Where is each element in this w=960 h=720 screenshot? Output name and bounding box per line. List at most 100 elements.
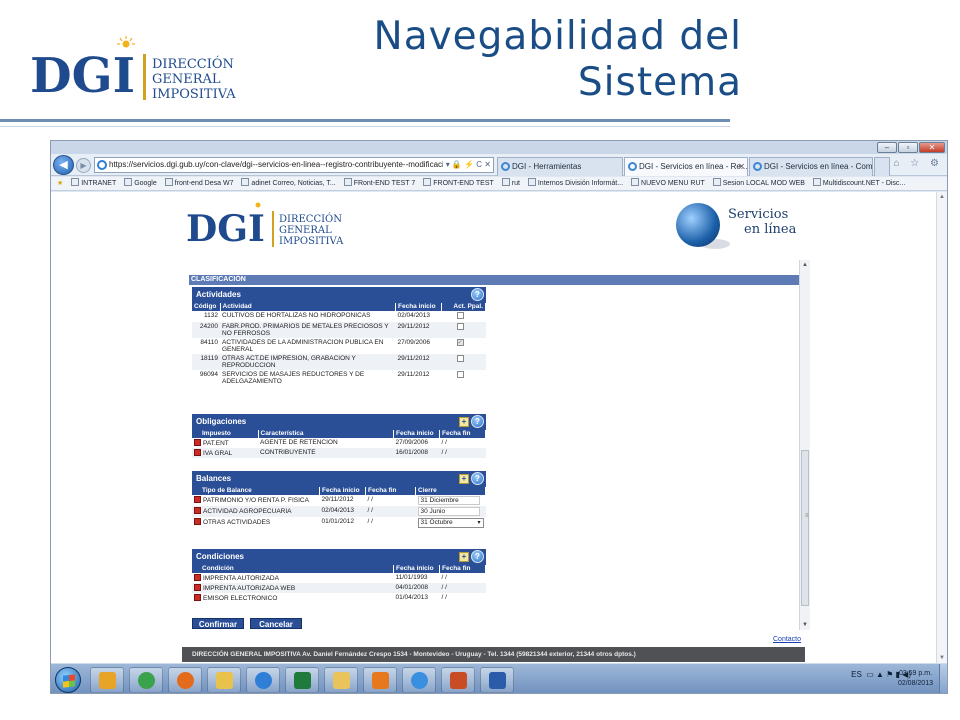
principal-checkbox[interactable]: ✓	[456, 339, 464, 346]
scroll-up-icon[interactable]: ▲	[802, 262, 808, 268]
taskbar-app-chrome[interactable]	[129, 667, 163, 693]
pdf-icon[interactable]	[194, 574, 201, 581]
pdf-icon[interactable]	[194, 507, 201, 514]
clasificacion-header: CLASIFICACIÓN	[189, 275, 799, 285]
minimize-button[interactable]: –	[877, 142, 897, 153]
taskbar-app-fireworks[interactable]	[363, 667, 397, 693]
new-tab-button[interactable]	[874, 157, 890, 176]
tab-servicios-registro[interactable]: DGI - Servicios en línea - Re... ✕	[624, 157, 748, 176]
section-header: Condiciones + ?	[192, 549, 486, 565]
close-button[interactable]: ✕	[919, 142, 945, 153]
page-viewport: DGI DIRECCIÓN GENERAL IMPOSITIVA Servici…	[51, 192, 938, 663]
favorite-link[interactable]: front-end Desa W7	[164, 177, 233, 190]
start-button[interactable]	[55, 667, 81, 693]
column-header: Característica	[258, 430, 394, 438]
ie-alt-icon	[411, 672, 428, 689]
tab-servicios-com[interactable]: DGI - Servicios en línea - Com...	[749, 157, 873, 176]
confirm-button[interactable]: Confirmar	[192, 618, 244, 629]
scroll-down-icon[interactable]: ▼	[802, 622, 808, 628]
scroll-thumb[interactable]: ≡	[801, 450, 809, 606]
favorite-link[interactable]: rut	[501, 177, 520, 190]
back-button[interactable]: ◀	[53, 155, 74, 175]
favorite-link[interactable]: Internos División Informát...	[527, 177, 623, 190]
logo-line1: DIRECCIÓN	[152, 55, 234, 72]
taskbar-app-ie-alt[interactable]	[402, 667, 436, 693]
column-header: Fecha fin	[365, 487, 416, 495]
taskbar-app-explorer[interactable]	[324, 667, 358, 693]
add-icon[interactable]: +	[459, 474, 469, 484]
pdf-icon[interactable]	[194, 496, 201, 503]
cierre-select[interactable]: 31 Octubre ▾	[417, 518, 484, 528]
favorite-link[interactable]: INTRANET	[71, 177, 116, 190]
pdf-icon[interactable]	[194, 584, 201, 591]
column-header: Condición	[192, 565, 394, 573]
cancel-button[interactable]: Cancelar	[250, 618, 302, 629]
pdf-icon[interactable]	[194, 449, 201, 456]
favorite-link[interactable]: NUEVO MENU RUT	[631, 177, 705, 190]
favorite-link[interactable]: FRont-END TEST 7	[343, 177, 415, 190]
column-header: Fecha fin	[439, 430, 486, 438]
pdf-icon[interactable]	[194, 594, 201, 601]
show-desktop-button[interactable]	[939, 664, 947, 693]
tab-herramientas[interactable]: DGI - Herramientas	[497, 157, 623, 176]
taskbar: ES ▭ ▲ ⚑ ▮ ◀) 03:59 p.m. 02/08/2013	[51, 663, 947, 693]
pdf-icon[interactable]	[194, 439, 201, 446]
globe-icon	[676, 203, 720, 247]
taskbar-app-word[interactable]	[480, 667, 514, 693]
forward-button[interactable]: ▶	[76, 158, 91, 173]
address-bar[interactable]: https://servicios.dgi.gub.uy/con-clave/d…	[94, 157, 494, 173]
address-actions-icon[interactable]: ▾ 🔒 ⚡ C ✕	[442, 158, 491, 172]
condiciones-table: Condición Fecha inicio Fecha fin IMPRENT…	[192, 565, 486, 603]
principal-checkbox[interactable]	[456, 323, 464, 330]
table-row: OTRAS ACTIVIDADES 01/01/2012 / / 31 Octu…	[192, 517, 486, 529]
page-scrollbar[interactable]: ▲ ▼	[936, 192, 947, 663]
favorite-link[interactable]: FRONT-END TEST	[423, 177, 494, 190]
column-header: Fecha inicio	[393, 430, 440, 438]
principal-checkbox[interactable]	[456, 312, 464, 319]
divider	[0, 126, 730, 127]
grip-icon: ≡	[805, 513, 809, 519]
language-indicator: ES	[851, 670, 862, 679]
add-icon[interactable]: +	[459, 417, 469, 427]
balances-section: Balances + ? Tipo de Balance Fecha inici…	[192, 471, 486, 529]
favorite-link[interactable]: Multidiscount.NET - Disc...	[812, 177, 905, 190]
table-row: 1132 CULTIVOS DE HORTALIZAS NO HIDROPONI…	[192, 311, 486, 322]
add-icon[interactable]: +	[459, 552, 469, 562]
taskbar-app-powerpoint[interactable]	[441, 667, 475, 693]
browser-window: – ▫ ✕ ◀ ▶ https://servicios.dgi.gub.uy/c…	[50, 140, 948, 694]
toolbar-icons[interactable]: ⌂ ☆ ⚙	[893, 158, 943, 169]
close-tab-icon[interactable]: ✕	[738, 158, 745, 175]
inner-scrollbar[interactable]: ▲ ≡ ▼	[799, 260, 810, 630]
scroll-up-icon[interactable]: ▲	[939, 194, 945, 200]
taskbar-app-firefox[interactable]	[168, 667, 202, 693]
taskbar-app-paint[interactable]	[207, 667, 241, 693]
table-row: 96094 SERVICIOS DE MASAJES REDUCTORES Y …	[192, 370, 486, 386]
help-icon[interactable]: ?	[471, 415, 484, 428]
clock[interactable]: 03:59 p.m. 02/08/2013	[898, 669, 933, 689]
scroll-down-icon[interactable]: ▼	[939, 655, 945, 661]
help-icon[interactable]: ?	[471, 472, 484, 485]
favorites-bar: ★ INTRANET Google front-end Desa W7 adin…	[51, 177, 947, 191]
taskbar-app-excel[interactable]	[285, 667, 319, 693]
slide-title: Navegabilidad del Sistema	[374, 14, 742, 106]
favorite-link[interactable]: adinet Correo, Noticias, T...	[241, 177, 336, 190]
favorite-link[interactable]: Google	[124, 177, 157, 190]
principal-checkbox[interactable]	[456, 371, 464, 378]
section-header: Obligaciones + ?	[192, 414, 486, 430]
pdf-icon[interactable]	[194, 518, 201, 525]
condiciones-section: Condiciones + ? Condición Fecha inicio F…	[192, 549, 486, 603]
url-text: https://servicios.dgi.gub.uy/con-clave/d…	[109, 160, 453, 169]
principal-checkbox[interactable]	[456, 355, 464, 362]
taskbar-app-ie[interactable]	[246, 667, 280, 693]
favorites-star-icon[interactable]: ★	[57, 177, 63, 190]
taskbar-app-media-player[interactable]	[90, 667, 124, 693]
chrome-icon	[138, 672, 155, 689]
contacto-link[interactable]: Contacto	[773, 636, 801, 643]
svg-text:DIRECCIÓN: DIRECCIÓN	[279, 213, 342, 225]
help-icon[interactable]: ?	[471, 550, 484, 563]
slide-title-line1: Navegabilidad del	[373, 14, 742, 59]
help-icon[interactable]: ?	[471, 288, 484, 301]
restore-button[interactable]: ▫	[898, 142, 918, 153]
favorite-link[interactable]: Sesion LOCAL MOD WEB	[712, 177, 805, 190]
slide: DGI DIRECCIÓN GENERAL IMPOSITIVA Navegab…	[0, 0, 960, 720]
